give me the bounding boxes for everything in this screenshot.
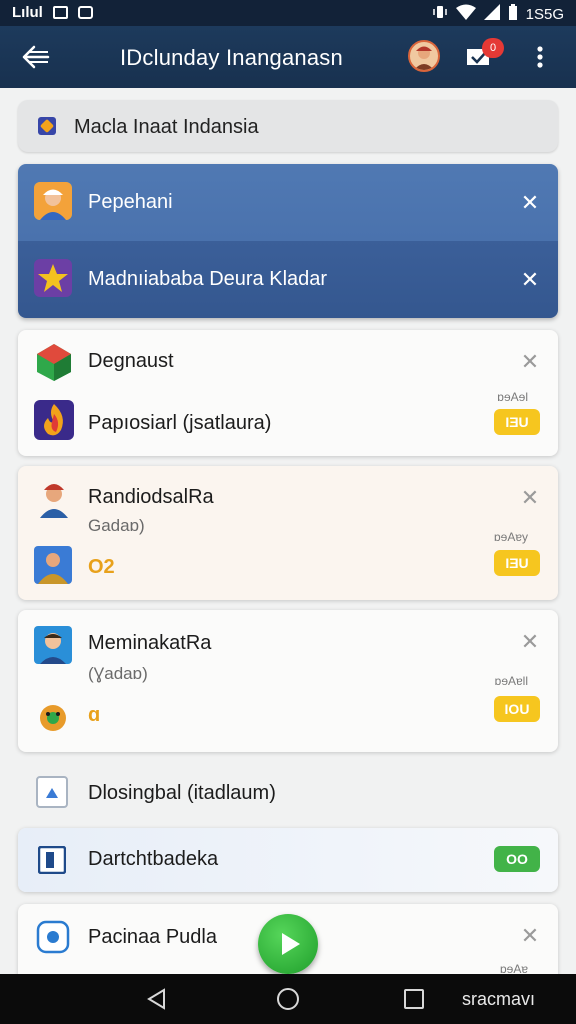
card-title: Degnaust [88, 350, 174, 372]
app-bar: IDclunday Inanganasn 0 [0, 26, 576, 88]
page-title: IDclunday Inanganasn [120, 45, 343, 70]
flame-icon [34, 400, 74, 445]
status-badge[interactable]: OO [494, 846, 540, 872]
card-value: ɑ [88, 704, 101, 726]
shield-icon [36, 920, 70, 959]
list-item-label: Pacinaa Pudla [88, 926, 217, 948]
avatar[interactable] [408, 40, 440, 72]
notification-count-badge: 0 [482, 38, 504, 58]
navigation-bar: sracmavı [0, 974, 576, 1024]
card-item-label: Papıosiarl (jsatlaura) [88, 412, 272, 434]
document-icon [36, 776, 68, 813]
card-mini-label: ɒɘAɐy [493, 530, 528, 544]
cube-icon [34, 342, 74, 387]
square-icon [37, 845, 67, 879]
signal-icon [483, 4, 500, 24]
list-card: Degnaust ✕ ɒɘAɘl Papıosiarl (jsatlaura) … [18, 330, 558, 456]
notification-icon [77, 6, 93, 19]
nav-recents-icon[interactable] [404, 989, 424, 1009]
gear-character-icon [34, 698, 72, 741]
filter-chip-label: Macla Inaat Indansia [74, 116, 259, 138]
vibrate-icon [432, 4, 448, 24]
list-card[interactable]: Dartchtbadeka OO [18, 828, 558, 892]
card-subtitle: (Ɣadaɒ) [88, 664, 148, 683]
nav-home-icon[interactable] [277, 988, 299, 1010]
list-item[interactable]: Madnıiababa Deura Kladar ✕ [18, 241, 558, 318]
status-badge[interactable]: ΙOU [494, 696, 540, 722]
list-card: MeminakatRa (Ɣadaɒ) ✕ ɒɘAɐll ɑ ΙOU [18, 610, 558, 752]
status-badge[interactable]: ΙƎU [494, 409, 540, 435]
card-title: MeminakatRa [88, 632, 212, 654]
star-icon [34, 259, 72, 297]
card-mini-label: ɒɘAɘl [497, 390, 528, 404]
list-item-label: Madnıiababa Deura Kladar [88, 268, 328, 290]
nav-label[interactable]: sracmavı [462, 989, 535, 1010]
person-avatar-icon [34, 478, 74, 523]
highlighted-card: Pepehani ✕ Madnıiababa Deura Kladar ✕ [18, 164, 558, 318]
wifi-icon [455, 4, 476, 24]
tag-icon [38, 117, 56, 135]
list-item-label: Dartchtbadeka [88, 848, 219, 870]
close-icon[interactable]: ✕ [520, 192, 540, 214]
close-icon[interactable]: ✕ [520, 487, 540, 509]
card-subtitle: Gadaɒ) [88, 516, 145, 535]
card-mini-label: ɒɘAɐll [494, 674, 528, 688]
list-item-label: Dlosingbal (itadlaum) [88, 782, 276, 804]
list-item[interactable]: Pepehani ✕ [18, 164, 558, 241]
status-badge[interactable]: ΙƎU [494, 550, 540, 576]
more-vertical-icon[interactable] [530, 42, 550, 72]
play-button[interactable] [258, 914, 318, 974]
close-icon[interactable]: ✕ [520, 925, 540, 947]
battery-icon [508, 4, 518, 24]
filter-chip[interactable]: Macla Inaat Indansia [18, 100, 558, 152]
card-value: O2 [88, 556, 115, 578]
character-icon [34, 546, 72, 589]
carrier-label: Lılul [12, 4, 43, 21]
list-card: RandiodsalRa Gadaɒ) ✕ ɒɘAɐy O2 ΙƎU [18, 466, 558, 600]
close-icon[interactable]: ✕ [520, 269, 540, 291]
play-icon [282, 933, 300, 955]
clock: 1S5G [525, 5, 564, 23]
list-item[interactable]: Dlosingbal (itadlaum) [18, 764, 558, 824]
message-icon [52, 6, 68, 19]
person-avatar-icon [34, 626, 72, 669]
card-title: RandiodsalRa [88, 486, 214, 508]
status-bar: Lılul 1S5G [0, 0, 576, 26]
list-item-label: Pepehani [88, 191, 173, 213]
close-icon[interactable]: ✕ [520, 351, 540, 373]
close-icon[interactable]: ✕ [520, 631, 540, 653]
nav-back-icon[interactable] [146, 988, 168, 1015]
person-avatar-icon [34, 182, 72, 220]
back-arrow-icon[interactable] [20, 42, 52, 72]
